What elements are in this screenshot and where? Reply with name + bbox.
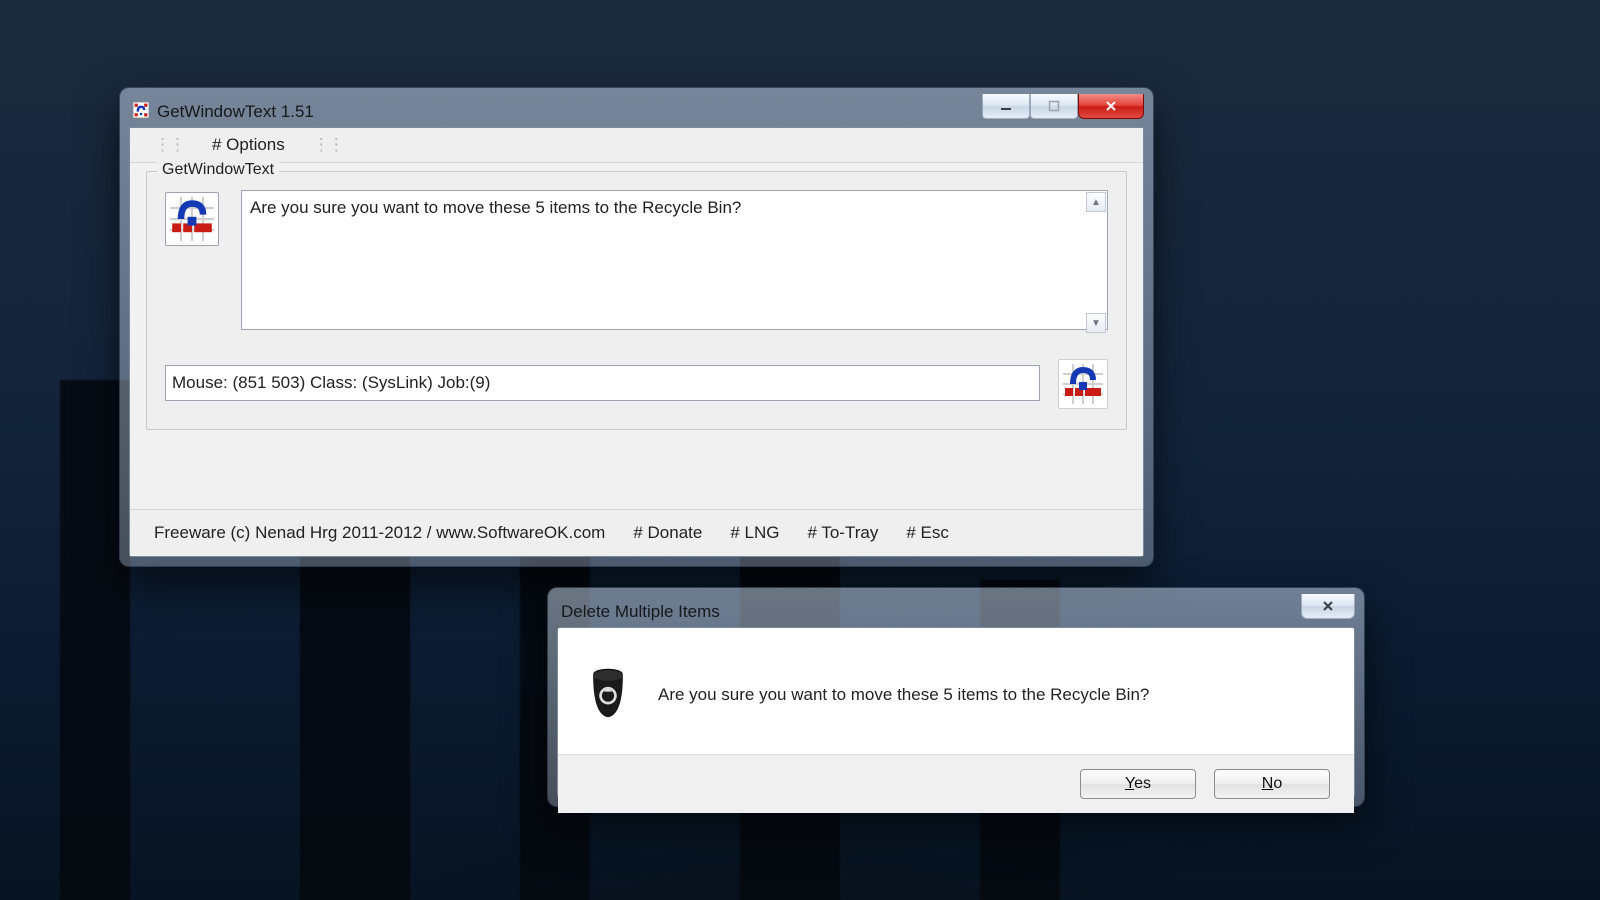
dialog-message: Are you sure you want to move these 5 it… <box>658 685 1149 705</box>
captured-text-area-wrap: ▲ ▼ <box>241 190 1108 335</box>
scroll-up-button[interactable]: ▲ <box>1086 192 1106 212</box>
maximize-button[interactable] <box>1030 94 1078 119</box>
scroll-down-button[interactable]: ▼ <box>1086 313 1106 333</box>
to-tray-link[interactable]: # To-Tray <box>807 523 878 543</box>
dialog-titlebar[interactable]: Delete Multiple Items <box>557 597 1355 627</box>
panel-legend: GetWindowText <box>157 161 279 179</box>
donate-link[interactable]: # Donate <box>633 523 702 543</box>
yes-button[interactable]: Yes <box>1080 769 1196 799</box>
minimize-button[interactable] <box>982 94 1030 119</box>
lng-link[interactable]: # LNG <box>730 523 779 543</box>
toolbar-grip-icon: ⋮⋮ <box>154 135 184 155</box>
titlebar[interactable]: GetWindowText 1.51 <box>129 97 1144 127</box>
captured-text-area[interactable] <box>241 190 1108 330</box>
footer-bar: Freeware (c) Nenad Hrg 2011-2012 / www.S… <box>130 509 1143 556</box>
window-client-area: ⋮⋮ # Options ⋮⋮ GetWindowText <box>129 127 1144 557</box>
toolbar-grip-icon: ⋮⋮ <box>313 135 343 155</box>
esc-link[interactable]: # Esc <box>906 523 949 543</box>
dialog-title: Delete Multiple Items <box>561 602 1353 622</box>
menu-bar: ⋮⋮ # Options ⋮⋮ <box>130 128 1143 163</box>
getwindowtext-app-icon <box>133 102 149 123</box>
options-menu[interactable]: # Options <box>212 135 285 155</box>
dialog-button-row: Yes No <box>558 754 1354 813</box>
recycle-bin-icon <box>586 666 630 725</box>
crosshair-drag-icon[interactable] <box>1058 359 1108 409</box>
dialog-client-area: Are you sure you want to move these 5 it… <box>557 627 1355 797</box>
app-icon-large <box>165 192 219 246</box>
no-button[interactable]: No <box>1214 769 1330 799</box>
delete-dialog-window: Delete Multiple Items Are you sure you w… <box>548 588 1364 806</box>
dialog-close-button[interactable] <box>1301 594 1355 619</box>
footer-copyright: Freeware (c) Nenad Hrg 2011-2012 / www.S… <box>154 523 605 543</box>
status-field[interactable] <box>165 365 1040 401</box>
getwindowtext-panel: GetWindowText ▲ ▼ <box>146 171 1127 430</box>
getwindowtext-window: GetWindowText 1.51 ⋮⋮ # Options ⋮⋮ GetWi… <box>120 88 1153 566</box>
close-button[interactable] <box>1078 94 1144 119</box>
